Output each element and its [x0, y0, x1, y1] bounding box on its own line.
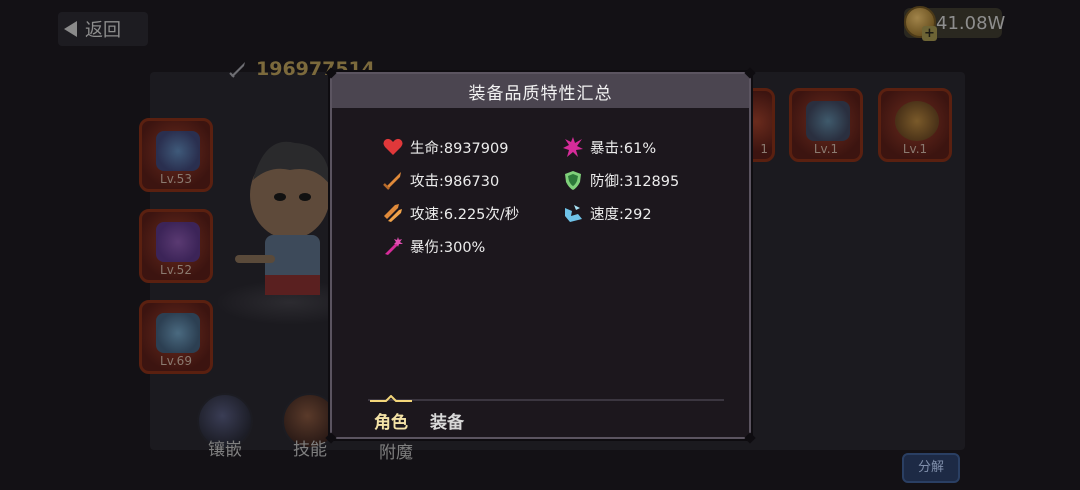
inlay-button[interactable]: 镶嵌 — [195, 393, 255, 460]
stat-hp: 生命:8937909 — [382, 136, 508, 158]
crit-damage-icon — [385, 237, 403, 255]
stat-crit-damage-label: 暴伤:300% — [410, 239, 486, 256]
equipment-slot-boots[interactable]: Lv.69 — [139, 300, 213, 374]
equipment-slot-hat[interactable]: Lv.53 — [139, 118, 213, 192]
stat-attack-speed: 攻速:6.225次/秒 — [382, 202, 519, 224]
add-currency-icon[interactable]: + — [922, 26, 937, 41]
tab-equipment[interactable]: 装备 — [430, 408, 464, 433]
ring-icon — [895, 101, 939, 141]
crit-burst-icon — [563, 137, 583, 157]
slot-level: Lv.69 — [160, 354, 192, 368]
tab-underline — [368, 399, 724, 401]
double-sword-icon — [384, 204, 402, 222]
stat-crit-damage: 暴伤:300% — [382, 235, 485, 257]
equipment-slot-ring[interactable]: Lv.1 — [878, 88, 952, 162]
enchant-label: 附魔 — [379, 443, 413, 463]
wand-icon — [806, 101, 850, 141]
tab-character[interactable]: 角色 — [374, 408, 408, 433]
heart-icon — [383, 138, 403, 155]
slot-level: Lv.1 — [902, 142, 928, 156]
shield-icon — [565, 171, 581, 190]
inlay-label: 镶嵌 — [208, 440, 242, 460]
stat-attack-label: 攻击:986730 — [410, 173, 500, 190]
slot-level: Lv.1 — [813, 142, 839, 156]
back-label: 返回 — [85, 20, 121, 41]
stat-crit: 暴击:61% — [562, 136, 656, 158]
stat-attack: 攻击:986730 — [382, 169, 499, 191]
boots-icon — [156, 313, 200, 353]
wing-boot-icon — [565, 205, 582, 222]
equipment-slot-wand[interactable]: Lv.1 — [789, 88, 863, 162]
slot-level: Lv.52 — [160, 263, 192, 277]
slot-level: Lv.53 — [160, 172, 192, 186]
active-tab-marker-icon — [370, 395, 412, 402]
equipment-slot-armor[interactable]: Lv.52 — [139, 209, 213, 283]
cape-armor-icon — [156, 222, 200, 262]
quality-summary-dialog: 装备品质特性汇总 生命:8937909 暴击:61% 攻击:986730 防御:… — [325, 67, 756, 444]
currency-display[interactable]: + 41.08W — [904, 6, 1006, 41]
stat-defense: 防御:312895 — [562, 169, 679, 191]
stat-speed: 速度:292 — [562, 202, 652, 224]
stat-attack-speed-label: 攻速:6.225次/秒 — [410, 206, 520, 223]
dialog-header: 装备品质特性汇总 — [332, 74, 749, 108]
back-arrow-icon — [64, 21, 77, 37]
wizard-hat-icon — [156, 131, 200, 171]
stat-crit-label: 暴击:61% — [590, 140, 657, 157]
stat-hp-label: 生命:8937909 — [410, 140, 509, 157]
sword-icon — [383, 172, 401, 190]
sword-icon — [229, 62, 245, 78]
hero-character — [235, 141, 330, 295]
stat-speed-label: 速度:292 — [590, 206, 652, 223]
currency-amount: 41.08W — [936, 12, 1006, 34]
dialog-title: 装备品质特性汇总 — [468, 84, 613, 104]
back-button[interactable]: 返回 — [58, 12, 148, 46]
decompose-button[interactable]: 分解 — [902, 453, 960, 483]
stat-defense-label: 防御:312895 — [590, 173, 680, 190]
